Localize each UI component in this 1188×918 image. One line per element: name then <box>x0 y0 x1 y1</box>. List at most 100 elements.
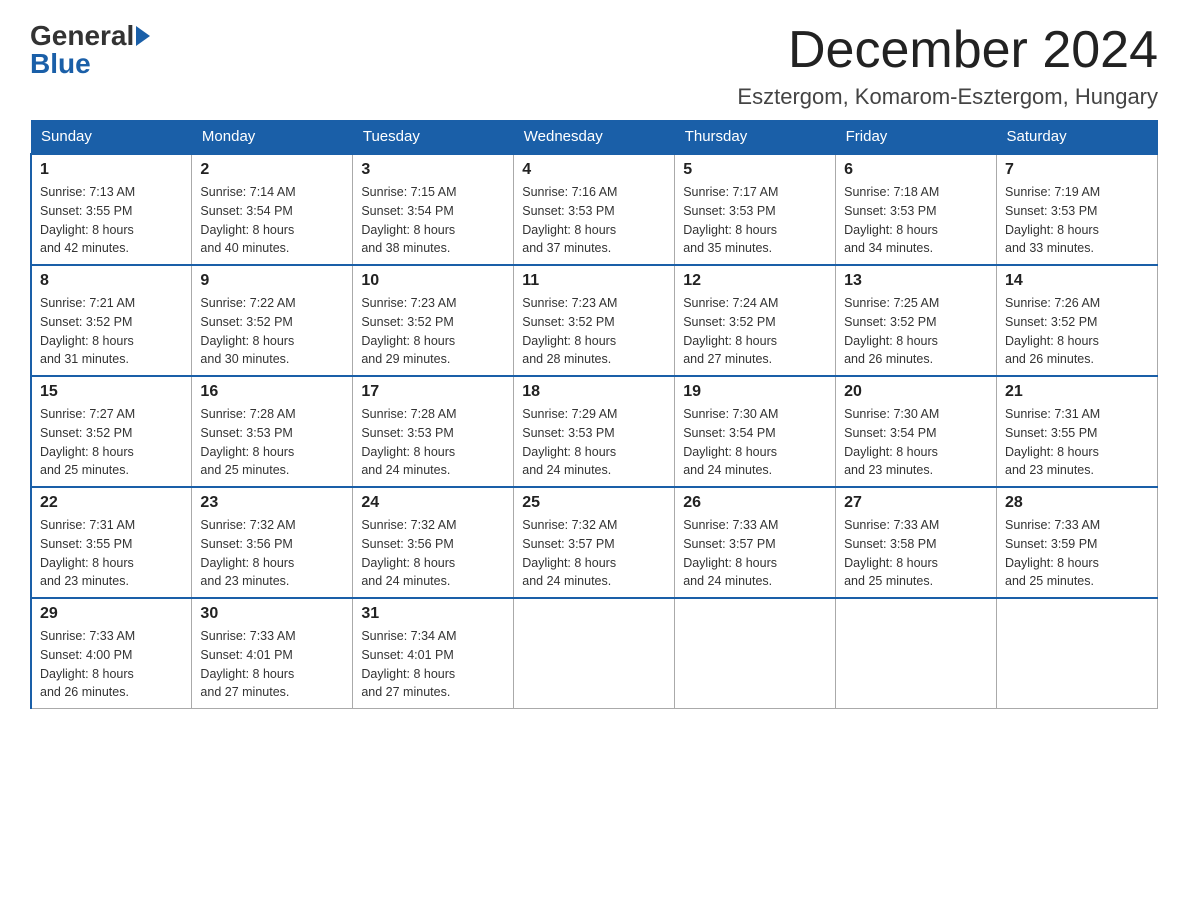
day-info: Sunrise: 7:33 AMSunset: 3:59 PMDaylight:… <box>1005 516 1149 591</box>
week-row-4: 22 Sunrise: 7:31 AMSunset: 3:55 PMDayligh… <box>31 487 1158 598</box>
calendar-cell: 27 Sunrise: 7:33 AMSunset: 3:58 PMDayligh… <box>836 487 997 598</box>
calendar-cell <box>836 598 997 709</box>
calendar-cell: 3 Sunrise: 7:15 AMSunset: 3:54 PMDaylight… <box>353 154 514 265</box>
day-info: Sunrise: 7:28 AMSunset: 3:53 PMDaylight:… <box>200 405 344 480</box>
day-number: 2 <box>200 161 344 179</box>
logo: General Blue <box>30 20 152 80</box>
calendar-cell <box>997 598 1158 709</box>
week-row-1: 1Sunrise: 7:13 AMSunset: 3:55 PMDaylight… <box>31 154 1158 265</box>
day-number: 30 <box>200 605 344 623</box>
calendar-cell: 20 Sunrise: 7:30 AMSunset: 3:54 PMDayligh… <box>836 376 997 487</box>
day-number: 19 <box>683 383 827 401</box>
day-number: 8 <box>40 272 183 290</box>
calendar-cell: 28 Sunrise: 7:33 AMSunset: 3:59 PMDayligh… <box>997 487 1158 598</box>
day-number: 16 <box>200 383 344 401</box>
day-number: 15 <box>40 383 183 401</box>
day-number: 7 <box>1005 161 1149 179</box>
day-number: 5 <box>683 161 827 179</box>
day-info: Sunrise: 7:24 AMSunset: 3:52 PMDaylight:… <box>683 294 827 369</box>
day-info: Sunrise: 7:18 AMSunset: 3:53 PMDaylight:… <box>844 183 988 258</box>
day-info: Sunrise: 7:22 AMSunset: 3:52 PMDaylight:… <box>200 294 344 369</box>
col-header-sunday: Sunday <box>31 120 192 154</box>
calendar-cell: 25 Sunrise: 7:32 AMSunset: 3:57 PMDayligh… <box>514 487 675 598</box>
day-number: 4 <box>522 161 666 179</box>
day-info: Sunrise: 7:19 AMSunset: 3:53 PMDaylight:… <box>1005 183 1149 258</box>
calendar-cell: 11 Sunrise: 7:23 AMSunset: 3:52 PMDayligh… <box>514 265 675 376</box>
calendar-cell <box>675 598 836 709</box>
calendar-cell: 8 Sunrise: 7:21 AMSunset: 3:52 PMDaylight… <box>31 265 192 376</box>
day-info: Sunrise: 7:32 AMSunset: 3:56 PMDaylight:… <box>200 516 344 591</box>
calendar-cell: 9 Sunrise: 7:22 AMSunset: 3:52 PMDaylight… <box>192 265 353 376</box>
day-info: Sunrise: 7:16 AMSunset: 3:53 PMDaylight:… <box>522 183 666 258</box>
day-info: Sunrise: 7:31 AMSunset: 3:55 PMDaylight:… <box>40 516 183 591</box>
calendar-cell: 16 Sunrise: 7:28 AMSunset: 3:53 PMDayligh… <box>192 376 353 487</box>
day-number: 27 <box>844 494 988 512</box>
col-header-tuesday: Tuesday <box>353 120 514 154</box>
day-number: 26 <box>683 494 827 512</box>
calendar-cell: 29 Sunrise: 7:33 AMSunset: 4:00 PMDayligh… <box>31 598 192 709</box>
day-info: Sunrise: 7:27 AMSunset: 3:52 PMDaylight:… <box>40 405 183 480</box>
day-info: Sunrise: 7:33 AMSunset: 4:01 PMDaylight:… <box>200 627 344 702</box>
calendar-cell: 2 Sunrise: 7:14 AMSunset: 3:54 PMDaylight… <box>192 154 353 265</box>
day-number: 29 <box>40 605 183 623</box>
day-number: 22 <box>40 494 183 512</box>
day-number: 13 <box>844 272 988 290</box>
week-row-2: 8 Sunrise: 7:21 AMSunset: 3:52 PMDaylight… <box>31 265 1158 376</box>
col-header-monday: Monday <box>192 120 353 154</box>
calendar-cell: 19 Sunrise: 7:30 AMSunset: 3:54 PMDayligh… <box>675 376 836 487</box>
day-number: 10 <box>361 272 505 290</box>
day-number: 31 <box>361 605 505 623</box>
calendar-cell: 21 Sunrise: 7:31 AMSunset: 3:55 PMDayligh… <box>997 376 1158 487</box>
calendar-cell: 14 Sunrise: 7:26 AMSunset: 3:52 PMDayligh… <box>997 265 1158 376</box>
calendar-cell: 15 Sunrise: 7:27 AMSunset: 3:52 PMDayligh… <box>31 376 192 487</box>
calendar-cell: 23 Sunrise: 7:32 AMSunset: 3:56 PMDayligh… <box>192 487 353 598</box>
day-number: 24 <box>361 494 505 512</box>
day-info: Sunrise: 7:33 AMSunset: 3:58 PMDaylight:… <box>844 516 988 591</box>
day-info: Sunrise: 7:32 AMSunset: 3:57 PMDaylight:… <box>522 516 666 591</box>
calendar-cell: 6Sunrise: 7:18 AMSunset: 3:53 PMDaylight… <box>836 154 997 265</box>
logo-blue-text: Blue <box>30 48 91 80</box>
header-row: SundayMondayTuesdayWednesdayThursdayFrid… <box>31 120 1158 154</box>
day-number: 9 <box>200 272 344 290</box>
day-info: Sunrise: 7:28 AMSunset: 3:53 PMDaylight:… <box>361 405 505 480</box>
day-number: 21 <box>1005 383 1149 401</box>
day-info: Sunrise: 7:30 AMSunset: 3:54 PMDaylight:… <box>683 405 827 480</box>
day-info: Sunrise: 7:17 AMSunset: 3:53 PMDaylight:… <box>683 183 827 258</box>
calendar-cell: 13 Sunrise: 7:25 AMSunset: 3:52 PMDayligh… <box>836 265 997 376</box>
calendar-cell: 18Sunrise: 7:29 AMSunset: 3:53 PMDayligh… <box>514 376 675 487</box>
day-number: 20 <box>844 383 988 401</box>
day-info: Sunrise: 7:14 AMSunset: 3:54 PMDaylight:… <box>200 183 344 258</box>
day-info: Sunrise: 7:30 AMSunset: 3:54 PMDaylight:… <box>844 405 988 480</box>
calendar-cell: 22 Sunrise: 7:31 AMSunset: 3:55 PMDayligh… <box>31 487 192 598</box>
day-info: Sunrise: 7:33 AMSunset: 3:57 PMDaylight:… <box>683 516 827 591</box>
col-header-saturday: Saturday <box>997 120 1158 154</box>
day-number: 23 <box>200 494 344 512</box>
day-info: Sunrise: 7:13 AMSunset: 3:55 PMDaylight:… <box>40 183 183 258</box>
page-subtitle: Esztergom, Komarom-Esztergom, Hungary <box>737 84 1158 110</box>
col-header-thursday: Thursday <box>675 120 836 154</box>
day-info: Sunrise: 7:26 AMSunset: 3:52 PMDaylight:… <box>1005 294 1149 369</box>
day-number: 12 <box>683 272 827 290</box>
calendar-cell: 7 Sunrise: 7:19 AMSunset: 3:53 PMDaylight… <box>997 154 1158 265</box>
calendar-cell: 30 Sunrise: 7:33 AMSunset: 4:01 PMDayligh… <box>192 598 353 709</box>
calendar-cell: 12 Sunrise: 7:24 AMSunset: 3:52 PMDayligh… <box>675 265 836 376</box>
calendar-cell: 26 Sunrise: 7:33 AMSunset: 3:57 PMDayligh… <box>675 487 836 598</box>
day-info: Sunrise: 7:34 AMSunset: 4:01 PMDaylight:… <box>361 627 505 702</box>
day-info: Sunrise: 7:23 AMSunset: 3:52 PMDaylight:… <box>522 294 666 369</box>
day-info: Sunrise: 7:15 AMSunset: 3:54 PMDaylight:… <box>361 183 505 258</box>
calendar-table: SundayMondayTuesdayWednesdayThursdayFrid… <box>30 120 1158 709</box>
calendar-cell: 10Sunrise: 7:23 AMSunset: 3:52 PMDayligh… <box>353 265 514 376</box>
day-number: 11 <box>522 272 666 290</box>
day-number: 17 <box>361 383 505 401</box>
day-number: 28 <box>1005 494 1149 512</box>
day-number: 14 <box>1005 272 1149 290</box>
day-info: Sunrise: 7:21 AMSunset: 3:52 PMDaylight:… <box>40 294 183 369</box>
day-number: 25 <box>522 494 666 512</box>
calendar-cell: 1Sunrise: 7:13 AMSunset: 3:55 PMDaylight… <box>31 154 192 265</box>
calendar-cell: 31 Sunrise: 7:34 AMSunset: 4:01 PMDayligh… <box>353 598 514 709</box>
day-number: 3 <box>361 161 505 179</box>
day-info: Sunrise: 7:25 AMSunset: 3:52 PMDaylight:… <box>844 294 988 369</box>
day-info: Sunrise: 7:33 AMSunset: 4:00 PMDaylight:… <box>40 627 183 702</box>
calendar-cell: 24Sunrise: 7:32 AMSunset: 3:56 PMDayligh… <box>353 487 514 598</box>
day-info: Sunrise: 7:31 AMSunset: 3:55 PMDaylight:… <box>1005 405 1149 480</box>
